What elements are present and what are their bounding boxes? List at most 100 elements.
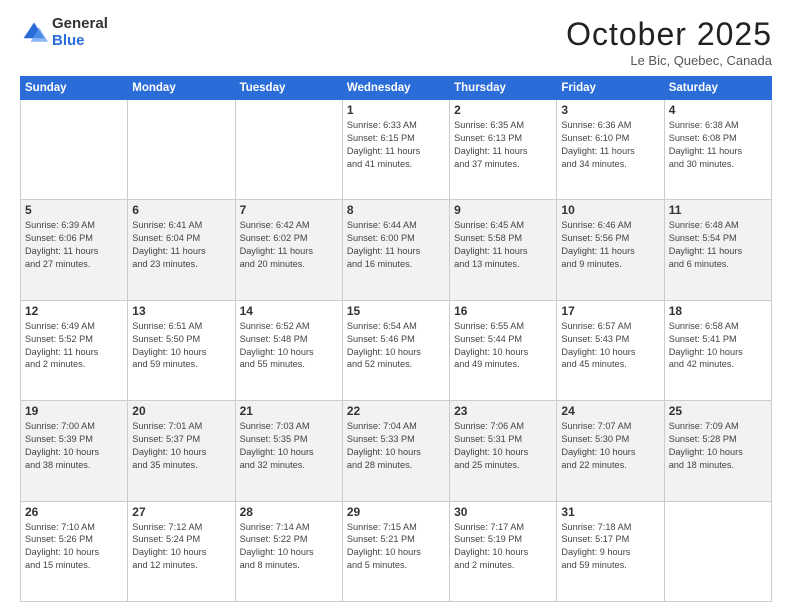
calendar-week-row: 1 Sunrise: 6:33 AM Sunset: 6:15 PM Daylig…	[21, 100, 772, 200]
table-row: 9 Sunrise: 6:45 AM Sunset: 5:58 PM Daylig…	[450, 200, 557, 300]
day-number: 12	[25, 304, 123, 318]
day-number: 30	[454, 505, 552, 519]
day-info: Sunrise: 6:58 AM Sunset: 5:41 PM Dayligh…	[669, 320, 767, 372]
col-sunday: Sunday	[21, 77, 128, 100]
day-number: 19	[25, 404, 123, 418]
day-number: 27	[132, 505, 230, 519]
table-row: 17Sunrise: 6:57 AM Sunset: 5:43 PM Dayli…	[557, 300, 664, 400]
table-row: 1 Sunrise: 6:33 AM Sunset: 6:15 PM Daylig…	[342, 100, 449, 200]
month-title: October 2025	[566, 16, 772, 53]
table-row: 23 Sunrise: 7:06 AM Sunset: 5:31 PM Dayli…	[450, 401, 557, 501]
day-number: 7	[240, 203, 338, 217]
logo-general-text: General	[52, 16, 108, 33]
table-row: 6 Sunrise: 6:41 AM Sunset: 6:04 PM Daylig…	[128, 200, 235, 300]
day-number: 2	[454, 103, 552, 117]
day-number: 6	[132, 203, 230, 217]
day-number: 1	[347, 103, 445, 117]
day-info: Sunrise: 7:10 AM Sunset: 5:26 PM Dayligh…	[25, 521, 123, 573]
day-number: 16	[454, 304, 552, 318]
col-friday: Friday	[557, 77, 664, 100]
day-info: Sunrise: 6:42 AM Sunset: 6:02 PM Dayligh…	[240, 219, 338, 271]
day-info: Sunrise: 6:41 AM Sunset: 6:04 PM Dayligh…	[132, 219, 230, 271]
day-info: Sunrise: 6:39 AM Sunset: 6:06 PM Dayligh…	[25, 219, 123, 271]
day-number: 22	[347, 404, 445, 418]
table-row: 13Sunrise: 6:51 AM Sunset: 5:50 PM Dayli…	[128, 300, 235, 400]
table-row: 7 Sunrise: 6:42 AM Sunset: 6:02 PM Daylig…	[235, 200, 342, 300]
col-wednesday: Wednesday	[342, 77, 449, 100]
day-number: 14	[240, 304, 338, 318]
table-row	[664, 501, 771, 601]
table-row: 29 Sunrise: 7:15 AM Sunset: 5:21 PM Dayli…	[342, 501, 449, 601]
day-info: Sunrise: 6:45 AM Sunset: 5:58 PM Dayligh…	[454, 219, 552, 271]
logo-text: General Blue	[52, 16, 108, 49]
table-row: 21Sunrise: 7:03 AM Sunset: 5:35 PM Dayli…	[235, 401, 342, 501]
table-row: 8Sunrise: 6:44 AM Sunset: 6:00 PM Daylig…	[342, 200, 449, 300]
calendar-week-row: 5 Sunrise: 6:39 AM Sunset: 6:06 PM Daylig…	[21, 200, 772, 300]
day-number: 4	[669, 103, 767, 117]
col-tuesday: Tuesday	[235, 77, 342, 100]
table-row: 16 Sunrise: 6:55 AM Sunset: 5:44 PM Dayli…	[450, 300, 557, 400]
table-row: 25 Sunrise: 7:09 AM Sunset: 5:28 PM Dayli…	[664, 401, 771, 501]
day-info: Sunrise: 7:18 AM Sunset: 5:17 PM Dayligh…	[561, 521, 659, 573]
table-row: 18 Sunrise: 6:58 AM Sunset: 5:41 PM Dayli…	[664, 300, 771, 400]
table-row	[235, 100, 342, 200]
table-row: 24 Sunrise: 7:07 AM Sunset: 5:30 PM Dayli…	[557, 401, 664, 501]
day-info: Sunrise: 7:15 AM Sunset: 5:21 PM Dayligh…	[347, 521, 445, 573]
table-row: 28 Sunrise: 7:14 AM Sunset: 5:22 PM Dayli…	[235, 501, 342, 601]
day-info: Sunrise: 6:55 AM Sunset: 5:44 PM Dayligh…	[454, 320, 552, 372]
day-info: Sunrise: 6:57 AM Sunset: 5:43 PM Dayligh…	[561, 320, 659, 372]
table-row: 20Sunrise: 7:01 AM Sunset: 5:37 PM Dayli…	[128, 401, 235, 501]
day-info: Sunrise: 6:54 AM Sunset: 5:46 PM Dayligh…	[347, 320, 445, 372]
day-number: 24	[561, 404, 659, 418]
day-info: Sunrise: 7:00 AM Sunset: 5:39 PM Dayligh…	[25, 420, 123, 472]
table-row: 11Sunrise: 6:48 AM Sunset: 5:54 PM Dayli…	[664, 200, 771, 300]
day-number: 18	[669, 304, 767, 318]
day-number: 9	[454, 203, 552, 217]
day-info: Sunrise: 6:36 AM Sunset: 6:10 PM Dayligh…	[561, 119, 659, 171]
table-row: 27 Sunrise: 7:12 AM Sunset: 5:24 PM Dayli…	[128, 501, 235, 601]
day-info: Sunrise: 7:14 AM Sunset: 5:22 PM Dayligh…	[240, 521, 338, 573]
day-number: 3	[561, 103, 659, 117]
day-number: 29	[347, 505, 445, 519]
day-info: Sunrise: 7:07 AM Sunset: 5:30 PM Dayligh…	[561, 420, 659, 472]
day-number: 5	[25, 203, 123, 217]
table-row: 31 Sunrise: 7:18 AM Sunset: 5:17 PM Dayli…	[557, 501, 664, 601]
calendar-week-row: 26 Sunrise: 7:10 AM Sunset: 5:26 PM Dayli…	[21, 501, 772, 601]
calendar-week-row: 19 Sunrise: 7:00 AM Sunset: 5:39 PM Dayli…	[21, 401, 772, 501]
table-row: 14 Sunrise: 6:52 AM Sunset: 5:48 PM Dayli…	[235, 300, 342, 400]
day-info: Sunrise: 7:01 AM Sunset: 5:37 PM Dayligh…	[132, 420, 230, 472]
table-row: 12Sunrise: 6:49 AM Sunset: 5:52 PM Dayli…	[21, 300, 128, 400]
table-row: 5 Sunrise: 6:39 AM Sunset: 6:06 PM Daylig…	[21, 200, 128, 300]
calendar: Sunday Monday Tuesday Wednesday Thursday…	[20, 76, 772, 602]
day-info: Sunrise: 6:51 AM Sunset: 5:50 PM Dayligh…	[132, 320, 230, 372]
day-info: Sunrise: 6:35 AM Sunset: 6:13 PM Dayligh…	[454, 119, 552, 171]
header: General Blue October 2025 Le Bic, Quebec…	[20, 16, 772, 68]
day-info: Sunrise: 6:46 AM Sunset: 5:56 PM Dayligh…	[561, 219, 659, 271]
day-number: 28	[240, 505, 338, 519]
day-number: 26	[25, 505, 123, 519]
page: General Blue October 2025 Le Bic, Quebec…	[0, 0, 792, 612]
day-info: Sunrise: 7:17 AM Sunset: 5:19 PM Dayligh…	[454, 521, 552, 573]
day-info: Sunrise: 7:09 AM Sunset: 5:28 PM Dayligh…	[669, 420, 767, 472]
day-info: Sunrise: 6:38 AM Sunset: 6:08 PM Dayligh…	[669, 119, 767, 171]
table-row: 4 Sunrise: 6:38 AM Sunset: 6:08 PM Daylig…	[664, 100, 771, 200]
day-info: Sunrise: 7:06 AM Sunset: 5:31 PM Dayligh…	[454, 420, 552, 472]
day-number: 23	[454, 404, 552, 418]
day-info: Sunrise: 7:12 AM Sunset: 5:24 PM Dayligh…	[132, 521, 230, 573]
table-row: 26 Sunrise: 7:10 AM Sunset: 5:26 PM Dayli…	[21, 501, 128, 601]
day-number: 10	[561, 203, 659, 217]
day-number: 21	[240, 404, 338, 418]
day-number: 31	[561, 505, 659, 519]
table-row: 19 Sunrise: 7:00 AM Sunset: 5:39 PM Dayli…	[21, 401, 128, 501]
table-row	[128, 100, 235, 200]
table-row: 15Sunrise: 6:54 AM Sunset: 5:46 PM Dayli…	[342, 300, 449, 400]
day-info: Sunrise: 6:52 AM Sunset: 5:48 PM Dayligh…	[240, 320, 338, 372]
day-info: Sunrise: 6:44 AM Sunset: 6:00 PM Dayligh…	[347, 219, 445, 271]
table-row: 10 Sunrise: 6:46 AM Sunset: 5:56 PM Dayli…	[557, 200, 664, 300]
col-saturday: Saturday	[664, 77, 771, 100]
table-row	[21, 100, 128, 200]
table-row: 30 Sunrise: 7:17 AM Sunset: 5:19 PM Dayli…	[450, 501, 557, 601]
day-info: Sunrise: 6:33 AM Sunset: 6:15 PM Dayligh…	[347, 119, 445, 171]
day-number: 25	[669, 404, 767, 418]
table-row: 2 Sunrise: 6:35 AM Sunset: 6:13 PM Daylig…	[450, 100, 557, 200]
